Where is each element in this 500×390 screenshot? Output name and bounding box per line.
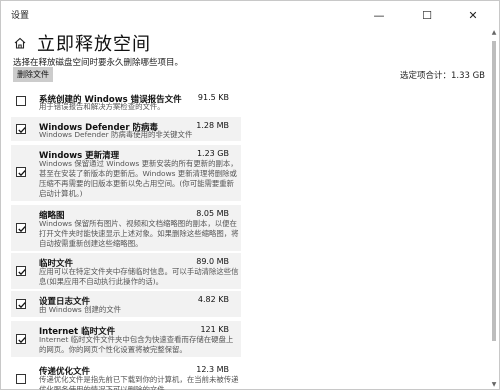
checkbox[interactable] [16,96,26,106]
checkbox-checked[interactable] [16,167,26,177]
settings-window: 设置 — ☐ ✕ 立即释放空间 选择在释放磁盘空间时要永久删除哪些项目。 删除文… [0,0,500,390]
scrollbar[interactable]: ▲ ▼ [491,29,497,389]
item-size: 1.28 MB [196,121,229,130]
checkmark-icon [18,170,26,177]
title-bar: 设置 — ☐ ✕ [1,1,499,29]
page-header: 立即释放空间 [1,29,499,55]
checkbox-checked[interactable] [16,334,26,344]
scroll-thumb[interactable] [492,41,496,341]
checkmark-icon [18,337,26,344]
checkmark-icon [18,226,26,233]
item-size: 121 KB [200,325,229,334]
item-description: Windows Defender 防病毒使用的非关键文件 [39,130,193,139]
scroll-up-icon[interactable]: ▲ [491,29,497,37]
list-item[interactable]: 缩略图 8.05 MB Windows 保留所有图片、视频和文档缩略图的副本，以… [11,205,241,251]
checkmark-icon [18,302,26,309]
item-description: Windows 保留所有图片、视频和文档缩略图的副本，以便在打开文件夹时能快速显… [39,219,239,248]
home-icon[interactable] [13,35,27,49]
page-title: 立即释放空间 [37,34,151,55]
item-description: 由 Windows 创建的文件 [39,305,122,314]
scroll-down-icon[interactable]: ▼ [491,381,497,389]
item-description: 传递优化文件是指先前已下载到你的计算机，在当前未被传递优化服务使用的情况下可以删… [39,375,239,390]
item-size: 4.82 KB [197,295,229,304]
checkmark-icon [18,127,26,134]
list-item[interactable]: 临时文件 89.0 MB 应用可以在特定文件夹中存储临时信息。可以手动清除这些信… [11,253,241,289]
list-item[interactable]: Windows Defender 防病毒 1.28 MB Windows Def… [11,117,241,141]
item-size: 8.05 MB [196,209,229,218]
selected-total: 选定项合计：1.33 GB [399,71,485,81]
list-item[interactable]: 设置日志文件 4.82 KB 由 Windows 创建的文件 [11,291,241,317]
checkbox-checked[interactable] [16,299,26,309]
item-description: 用于错误报告和解决方案检查的文件。 [39,102,165,111]
checkbox-checked[interactable] [16,124,26,134]
list-item[interactable]: 传递优化文件 12.3 MB 传递优化文件是指先前已下载到你的计算机，在当前未被… [11,361,241,390]
checkbox[interactable] [16,374,26,384]
item-size: 89.0 MB [196,257,229,266]
minimize-button[interactable]: — [359,1,399,29]
close-button[interactable]: ✕ [453,1,493,29]
checkbox-checked[interactable] [16,266,26,276]
list-item[interactable]: 系统创建的 Windows 错误报告文件 91.5 KB 用于错误报告和解决方案… [11,89,241,113]
item-size: 12.3 MB [196,365,229,374]
checkbox-checked[interactable] [16,223,26,233]
list-item[interactable]: Windows 更新清理 1.23 GB Windows 保留通过 Window… [11,145,241,201]
item-size: 1.23 GB [196,149,229,158]
item-description: Windows 保留通过 Windows 更新安装的所有更新的副本，甚至在安装了… [39,159,238,198]
item-size: 91.5 KB [197,93,229,102]
list-item[interactable]: Internet 临时文件 121 KB Internet 临时文件文件夹中包含… [11,321,241,357]
window-title: 设置 [11,11,30,21]
delete-files-button[interactable]: 删除文件 [13,67,53,82]
maximize-button[interactable]: ☐ [407,1,447,29]
checkmark-icon [18,269,26,276]
item-description: 应用可以在特定文件夹中存储临时信息。可以手动清除这些信息(如果应用不自动执行此操… [39,267,239,286]
item-description: Internet 临时文件文件夹中包含为快速查看而存储在硬盘上的网页。你的网页个… [39,335,234,354]
